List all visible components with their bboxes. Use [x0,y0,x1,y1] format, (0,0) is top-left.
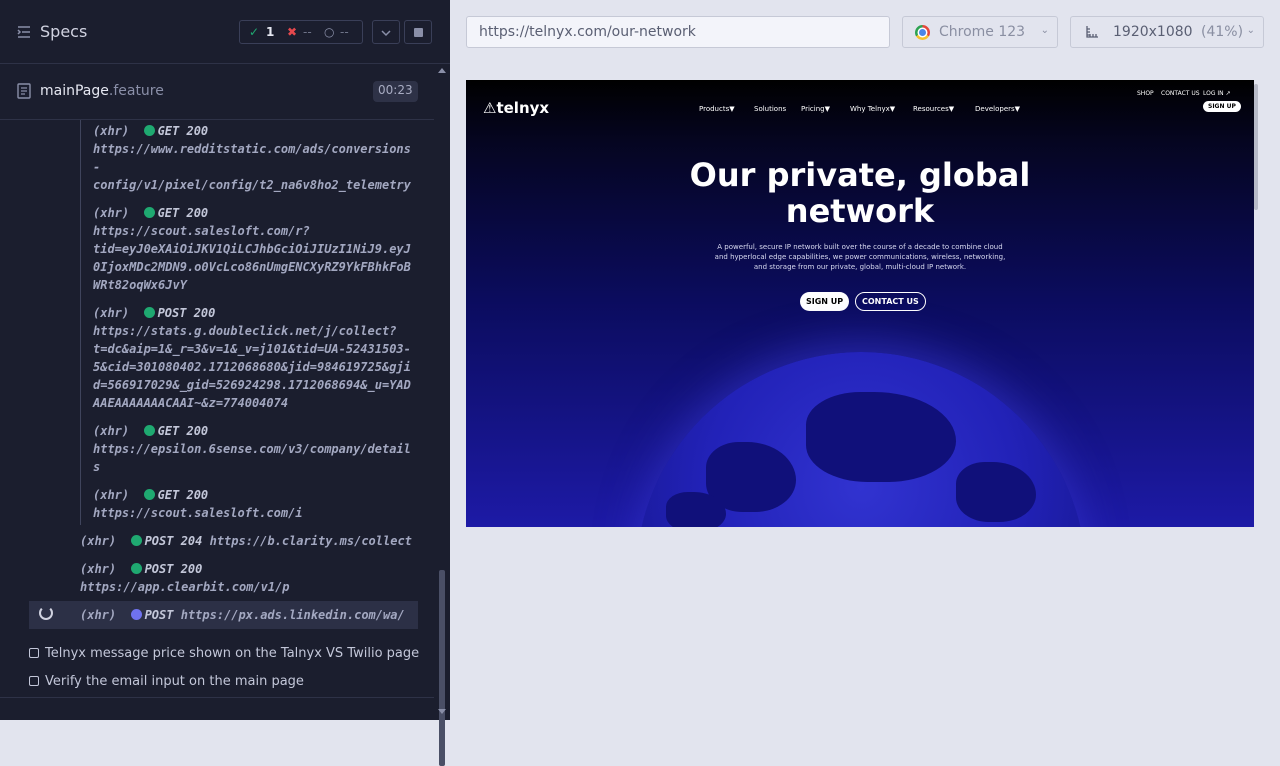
pending-circle-icon: ○ [324,25,335,39]
success-dot-icon [143,207,155,218]
nav-solutions[interactable]: Solutions [754,105,786,113]
pending-log-text: (xhr) POST https://px.ads.linkedin.com/w… [80,608,405,622]
browser-label: Chrome 123 [939,24,1026,40]
log-entry[interactable]: (xhr) GET 200 https://scout.salesloft.co… [93,486,303,522]
success-dot-icon [130,535,142,546]
reporter-scrollbar[interactable] [434,64,450,766]
viewport-selector[interactable]: 1920x1080 (41%) ⌄ [1070,16,1264,48]
success-dot-icon [143,125,155,136]
failed-x-icon: ✖ [287,25,298,39]
success-dot-icon [143,425,155,436]
pending-count: -- [340,25,349,39]
stop-icon [414,28,423,37]
log-entry[interactable]: (xhr) GET 200 https://epsilon.6sense.com… [93,422,411,476]
app-under-test-frame[interactable]: ⚠telnyx Products▼ Solutions Pricing▼ Why… [466,80,1254,527]
globe-illustration [636,352,1086,527]
telnyx-logo[interactable]: ⚠telnyx [483,99,549,117]
toggle-dropdown-button[interactable] [372,20,400,44]
nav-why-telnyx[interactable]: Why Telnyx▼ [850,105,895,113]
url-input[interactable]: https://telnyx.com/our-network [466,16,890,48]
divider [0,697,434,698]
passed-count: 1 [266,25,275,39]
nav-resources[interactable]: Resources▼ [913,105,954,113]
shop-link[interactable]: SHOP [1137,90,1154,97]
scroll-down-arrow-icon[interactable] [438,709,446,714]
success-dot-icon [143,307,155,318]
document-icon [17,83,31,99]
pending-dot-icon [130,609,142,620]
viewport-size: 1920x1080 [1113,24,1193,40]
specs-title: Specs [40,22,88,41]
test-title: Telnyx message price shown on the Talnyx… [45,646,420,661]
log-entry[interactable]: (xhr) GET 200 https://scout.salesloft.co… [93,204,411,294]
nav-pricing[interactable]: Pricing▼ [801,105,830,113]
collapse-specs-icon[interactable] [16,24,32,40]
chevron-down-icon: ⌄ [1246,25,1255,36]
stop-button[interactable] [404,20,432,44]
nav-products[interactable]: Products▼ [699,105,735,113]
failed-count: -- [303,25,312,39]
specs-panel: Specs ✓ 1 ✖ -- ○ -- mainPage.feature 00:… [0,0,450,766]
success-dot-icon [143,489,155,500]
viewport-zoom: (41%) [1201,24,1244,40]
chrome-icon [915,25,930,40]
test-status-checkbox-icon [29,676,39,686]
nesting-line [80,120,81,525]
passed-check-icon: ✓ [249,25,260,39]
globe-landmass [956,462,1036,522]
hero-title: Our private, global network [689,156,1031,230]
spec-file-ext: .feature [108,83,164,99]
run-timer: 00:23 [373,81,418,102]
log-in-link[interactable]: LOG IN ↗ [1203,90,1231,97]
telnyx-logo-icon: ⚠ [483,99,497,117]
scroll-up-arrow-icon[interactable] [438,68,446,73]
log-entry[interactable]: (xhr) POST 200 https://stats.g.doublecli… [93,304,411,412]
success-dot-icon [130,563,142,574]
aut-panel: https://telnyx.com/our-network Chrome 12… [450,0,1280,720]
spec-file-base: mainPage [40,83,109,99]
log-entry[interactable]: (xhr) POST 204 https://b.clarity.ms/coll… [80,532,412,550]
hero-description: A powerful, secure IP network built over… [714,243,1006,271]
chevron-down-icon [381,30,391,37]
scrollbar-thumb[interactable] [439,570,445,766]
hero-sign-up-button[interactable]: SIGN UP [800,292,850,311]
run-stats: ✓ 1 ✖ -- ○ -- [239,20,363,44]
log-entry[interactable]: (xhr) POST 200 https://app.clearbit.com/… [80,560,290,596]
spec-file-name: mainPage.feature [40,83,164,99]
log-entry[interactable]: (xhr) GET 200 https://www.redditstatic.c… [93,122,411,194]
hero-contact-us-button[interactable]: CONTACT US [855,292,926,311]
aut-scrollbar-thumb[interactable] [1254,84,1258,210]
test-item[interactable]: Verify the email input on the main page [29,674,304,689]
loading-spinner-icon [39,606,53,620]
header-sign-up-button[interactable]: SIGN UP [1203,101,1241,112]
command-log: (xhr) GET 200 https://www.redditstatic.c… [0,120,434,635]
browser-selector[interactable]: Chrome 123 ⌄ [902,16,1058,48]
ruler-icon [1086,26,1098,38]
nav-developers[interactable]: Developers▼ [975,105,1020,113]
specs-header: Specs ✓ 1 ✖ -- ○ -- [0,0,450,64]
test-item[interactable]: Telnyx message price shown on the Talnyx… [29,646,419,661]
globe-landmass [806,392,956,482]
test-status-checkbox-icon [29,648,39,658]
test-title: Verify the email input on the main page [45,674,304,689]
contact-us-link[interactable]: CONTACT US [1161,90,1200,97]
chevron-down-icon: ⌄ [1040,25,1049,36]
